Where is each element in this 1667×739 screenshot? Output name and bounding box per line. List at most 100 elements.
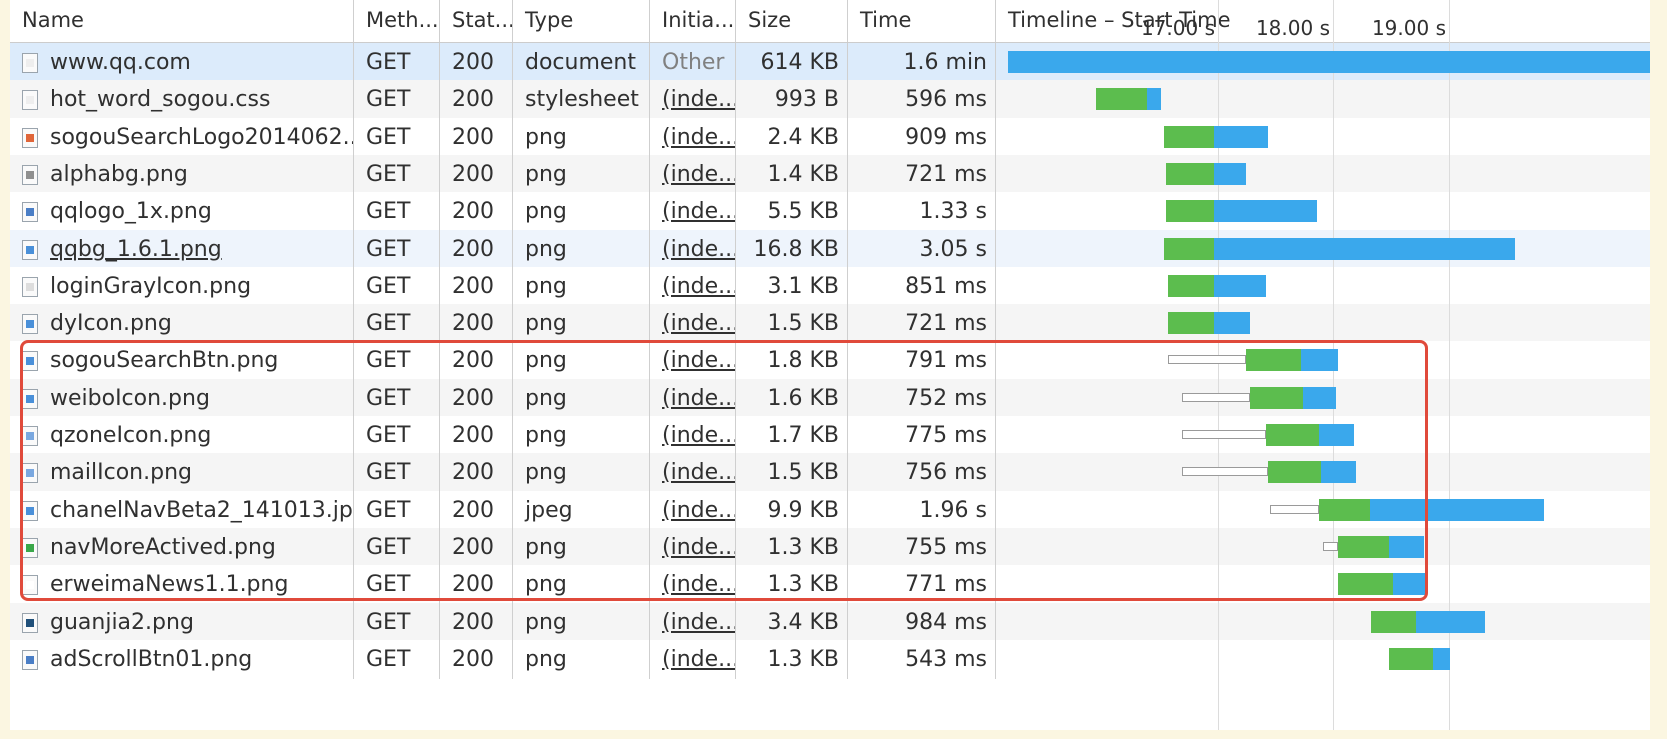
timeline-tick-label: 18.00 s [1255, 16, 1330, 40]
cell-size: 3.1 KB [736, 267, 848, 306]
cell-time: 984 ms [848, 603, 996, 642]
cell-status: 200 [440, 192, 513, 231]
cell-name[interactable]: www.qq.com [10, 43, 354, 82]
header-time[interactable]: Time [848, 0, 996, 42]
receiving-bar [1214, 163, 1246, 185]
receiving-bar [1214, 200, 1317, 222]
timeline-tick-label: 19.00 s [1371, 16, 1446, 40]
cell-type: png [513, 267, 650, 306]
image-icon [22, 202, 38, 222]
waiting-bar [1168, 312, 1214, 334]
image-icon [22, 650, 38, 670]
cell-type: png [513, 118, 650, 157]
cell-time: 3.05 s [848, 230, 996, 269]
cell-time: 543 ms [848, 640, 996, 679]
receiving-bar [1433, 648, 1450, 670]
cell-name[interactable]: guanjia2.png [10, 603, 354, 642]
cell-status: 200 [440, 155, 513, 194]
cell-time: 596 ms [848, 80, 996, 119]
cell-name[interactable]: qqlogo_1x.png [10, 192, 354, 231]
receiving-bar [1214, 238, 1515, 260]
cell-name[interactable]: adScrollBtn01.png [10, 640, 354, 679]
highlight-box [20, 340, 1428, 601]
cell-size: 993 B [736, 80, 848, 119]
header-status[interactable]: Stat... [440, 0, 513, 42]
header-type[interactable]: Type [513, 0, 650, 42]
cell-status: 200 [440, 267, 513, 306]
header-name[interactable]: Name [10, 0, 354, 42]
cell-method: GET [354, 155, 440, 194]
cell-name[interactable]: sogouSearchLogo2014062... [10, 118, 354, 157]
waiting-bar [1096, 88, 1147, 110]
cell-name[interactable]: alphabg.png [10, 155, 354, 194]
cell-method: GET [354, 80, 440, 119]
cell-initiator[interactable]: (inde... [650, 80, 736, 119]
image-icon [22, 314, 38, 334]
cell-initiator[interactable]: (inde... [650, 603, 736, 642]
cell-time: 721 ms [848, 304, 996, 343]
header-size[interactable]: Size [736, 0, 848, 42]
waiting-bar [1389, 648, 1433, 670]
cell-size: 2.4 KB [736, 118, 848, 157]
cell-initiator[interactable]: (inde... [650, 640, 736, 679]
cell-method: GET [354, 118, 440, 157]
cell-method: GET [354, 43, 440, 82]
cell-name[interactable]: hot_word_sogou.css [10, 80, 354, 119]
cell-type: png [513, 304, 650, 343]
cell-type: stylesheet [513, 80, 650, 119]
cell-size: 3.4 KB [736, 603, 848, 642]
receiving-bar [1416, 611, 1485, 633]
cell-type: png [513, 155, 650, 194]
image-icon [22, 277, 38, 297]
cell-status: 200 [440, 304, 513, 343]
cell-status: 200 [440, 603, 513, 642]
cell-time: 1.33 s [848, 192, 996, 231]
waiting-bar [1371, 611, 1416, 633]
image-icon [22, 613, 38, 633]
cell-method: GET [354, 230, 440, 269]
receiving-bar [1008, 51, 1650, 73]
cell-method: GET [354, 304, 440, 343]
cell-initiator[interactable]: (inde... [650, 192, 736, 231]
cell-type: png [513, 230, 650, 269]
cell-method: GET [354, 640, 440, 679]
cell-initiator[interactable]: (inde... [650, 304, 736, 343]
cell-size: 1.5 KB [736, 304, 848, 343]
cell-initiator[interactable]: (inde... [650, 267, 736, 306]
cell-initiator[interactable]: Other [650, 43, 736, 82]
cell-size: 614 KB [736, 43, 848, 82]
receiving-bar [1214, 275, 1266, 297]
cell-name[interactable]: dyIcon.png [10, 304, 354, 343]
cell-initiator[interactable]: (inde... [650, 118, 736, 157]
cell-time: 721 ms [848, 155, 996, 194]
cell-initiator[interactable]: (inde... [650, 230, 736, 269]
receiving-bar [1147, 88, 1161, 110]
image-icon [22, 128, 38, 148]
cell-time: 851 ms [848, 267, 996, 306]
cell-name[interactable]: loginGrayIcon.png [10, 267, 354, 306]
cell-type: document [513, 43, 650, 82]
stylesheet-icon [22, 90, 38, 110]
cell-type: png [513, 603, 650, 642]
cell-size: 1.4 KB [736, 155, 848, 194]
cell-status: 200 [440, 43, 513, 82]
cell-initiator[interactable]: (inde... [650, 155, 736, 194]
cell-name[interactable]: qqbg_1.6.1.png [10, 230, 354, 269]
cell-method: GET [354, 192, 440, 231]
cell-time: 909 ms [848, 118, 996, 157]
waiting-bar [1164, 126, 1214, 148]
cell-status: 200 [440, 80, 513, 119]
cell-method: GET [354, 267, 440, 306]
cell-method: GET [354, 603, 440, 642]
receiving-bar [1214, 126, 1268, 148]
network-panel: Name Meth... Stat... Type Initia... Size… [10, 0, 1650, 730]
timeline-tick-label: 17.00 s [1140, 16, 1215, 40]
waiting-bar [1166, 200, 1214, 222]
header-initiator[interactable]: Initia... [650, 0, 736, 42]
cell-size: 5.5 KB [736, 192, 848, 231]
header-method[interactable]: Meth... [354, 0, 440, 42]
cell-status: 200 [440, 118, 513, 157]
image-icon [22, 240, 38, 260]
cell-type: png [513, 192, 650, 231]
waiting-bar [1168, 275, 1214, 297]
